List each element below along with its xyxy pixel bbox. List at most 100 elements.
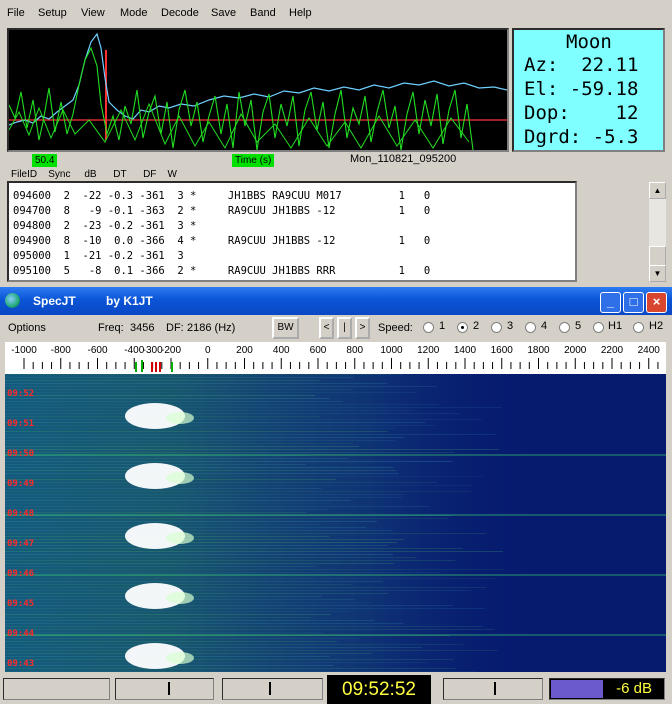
frequency-scale[interactable]: -1000 -800 -600 -400 -300 -200 0 200 400 600 800 10… bbox=[5, 342, 666, 374]
df-value: 2186 (Hz) bbox=[187, 322, 236, 334]
options-label[interactable]: Options bbox=[8, 322, 46, 334]
status-slider[interactable] bbox=[115, 678, 214, 700]
waterfall-band bbox=[5, 617, 311, 618]
waterfall-band bbox=[5, 419, 482, 420]
waterfall-band bbox=[5, 545, 389, 546]
plot-time-label: Time (s) bbox=[232, 154, 275, 167]
df-label: DF: bbox=[166, 322, 184, 334]
waterfall-band bbox=[5, 458, 349, 459]
waterfall-band bbox=[5, 449, 499, 450]
level-bar bbox=[551, 680, 603, 698]
waterfall-display[interactable]: 09:52 09:51 09:50 09:49 09:48 09:47 09:4… bbox=[5, 374, 666, 672]
scale-label: 800 bbox=[346, 345, 363, 356]
menu-decode[interactable]: Decode bbox=[161, 7, 199, 19]
scale-label: -600 bbox=[87, 345, 107, 356]
moon-title: Moon bbox=[566, 31, 612, 53]
nav-right-button[interactable]: > bbox=[355, 317, 370, 339]
waterfall-band bbox=[5, 527, 366, 528]
menu-save[interactable]: Save bbox=[211, 7, 236, 19]
menu-setup[interactable]: Setup bbox=[38, 7, 67, 19]
nav-left-button[interactable]: < bbox=[319, 317, 334, 339]
menu-view[interactable]: View bbox=[81, 7, 105, 19]
waterfall-band bbox=[5, 392, 418, 393]
waterfall-band bbox=[5, 452, 455, 453]
waterfall-band bbox=[5, 574, 666, 576]
speed-option-label: 1 bbox=[439, 320, 446, 332]
waterfall-band bbox=[5, 581, 383, 582]
scale-label: 200 bbox=[236, 345, 253, 356]
waterfall-band bbox=[5, 389, 353, 390]
decode-list[interactable]: 094600 2 -22 -0.3 -361 3 * JH1BBS RA9CUU… bbox=[7, 181, 577, 282]
menu-mode[interactable]: Mode bbox=[120, 7, 148, 19]
menu-help[interactable]: Help bbox=[289, 7, 312, 19]
nav-center-button[interactable]: | bbox=[337, 317, 352, 339]
decode-scrollbar[interactable]: ▲ ▼ bbox=[649, 182, 666, 282]
speed-radio-2[interactable] bbox=[457, 322, 468, 333]
waterfall-band bbox=[5, 437, 405, 438]
waterfall-band bbox=[5, 497, 403, 498]
specjt-titlebar[interactable]: SpecJT by K1JT _ □ × bbox=[0, 287, 672, 315]
speed-radio-h1[interactable] bbox=[593, 322, 604, 333]
waterfall-band bbox=[5, 425, 436, 426]
waterfall-band bbox=[5, 530, 393, 531]
menu-band[interactable]: Band bbox=[250, 7, 276, 19]
moon-degradation: Dgrd: -5.3 bbox=[524, 126, 639, 148]
time-label: 09:52 bbox=[7, 389, 35, 399]
waterfall-band bbox=[5, 605, 454, 606]
waterfall-band bbox=[5, 383, 388, 384]
close-icon[interactable]: × bbox=[646, 292, 667, 313]
speed-radio-3[interactable] bbox=[491, 322, 502, 333]
signal-trace bbox=[166, 652, 194, 664]
minimize-icon[interactable]: _ bbox=[600, 292, 621, 313]
freq-value: 3456 bbox=[130, 322, 155, 334]
scroll-thumb[interactable] bbox=[649, 246, 666, 266]
decode-row[interactable]: 094600 2 -22 -0.3 -361 3 * JH1BBS RA9CUU… bbox=[13, 190, 430, 202]
speed-option-label: 4 bbox=[541, 320, 548, 332]
waterfall-band bbox=[5, 620, 375, 621]
status-slider[interactable] bbox=[222, 678, 323, 700]
decode-row[interactable]: 094700 8 -9 -0.1 -363 2 * RA9CUU JH1BBS … bbox=[13, 205, 430, 217]
waterfall-band bbox=[5, 650, 498, 651]
plot-left-label: 50.4 bbox=[32, 154, 58, 167]
level-text: -6 dB bbox=[616, 680, 652, 697]
waterfall-band bbox=[5, 428, 396, 429]
bw-button[interactable]: BW bbox=[272, 317, 299, 339]
decode-column-headers: FileID Sync dB DT DF W bbox=[11, 169, 177, 180]
time-label: 09:47 bbox=[7, 539, 35, 549]
waterfall-band bbox=[5, 491, 472, 492]
waterfall-band bbox=[5, 647, 423, 648]
scroll-up-icon[interactable]: ▲ bbox=[649, 182, 666, 199]
decode-row[interactable]: 095000 1 -21 -0.2 -361 3 bbox=[13, 250, 184, 262]
speed-radio-5[interactable] bbox=[559, 322, 570, 333]
waterfall-band bbox=[5, 548, 463, 549]
decode-row[interactable]: 095100 5 -8 0.1 -366 2 * RA9CUU JH1BBS R… bbox=[13, 265, 430, 277]
waterfall-band bbox=[5, 560, 456, 561]
scale-label: 1400 bbox=[454, 345, 477, 356]
scroll-down-icon[interactable]: ▼ bbox=[649, 265, 666, 282]
decode-row[interactable]: 094800 2 -23 -0.2 -361 3 * bbox=[13, 220, 196, 232]
maximize-icon[interactable]: □ bbox=[623, 292, 644, 313]
waterfall-band bbox=[5, 482, 438, 483]
waterfall-band bbox=[5, 413, 460, 414]
waterfall-band bbox=[5, 422, 426, 423]
datestamp: Mon_110821_095200 bbox=[350, 153, 457, 165]
speed-radio-1[interactable] bbox=[423, 322, 434, 333]
speed-radio-4[interactable] bbox=[525, 322, 536, 333]
scale-label: 1800 bbox=[527, 345, 550, 356]
decode-row[interactable]: 094900 8 -10 0.0 -366 4 * RA9CUU JH1BBS … bbox=[13, 235, 430, 247]
scale-label: -1000 bbox=[11, 345, 37, 356]
waterfall-band bbox=[5, 551, 503, 552]
waterfall-band bbox=[5, 623, 404, 624]
freq-label: Freq: bbox=[98, 322, 124, 334]
waterfall-band bbox=[5, 572, 441, 573]
time-label: 09:44 bbox=[7, 629, 35, 639]
waterfall-band bbox=[5, 431, 388, 432]
speed-radio-h2[interactable] bbox=[633, 322, 644, 333]
menu-file[interactable]: File bbox=[7, 7, 25, 19]
speed-label: Speed: bbox=[378, 322, 413, 334]
utc-clock: 09:52:52 bbox=[327, 675, 431, 704]
status-slider[interactable] bbox=[443, 678, 543, 700]
signal-trace bbox=[166, 532, 194, 544]
waterfall-band bbox=[5, 590, 472, 591]
scale-label: -800 bbox=[51, 345, 71, 356]
